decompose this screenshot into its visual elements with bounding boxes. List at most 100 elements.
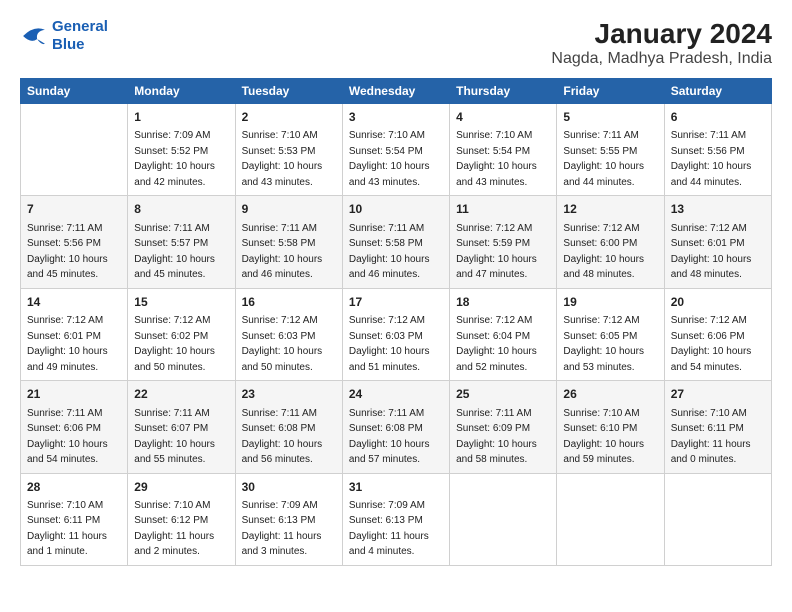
day-number: 14 bbox=[27, 294, 121, 311]
day-number: 21 bbox=[27, 386, 121, 403]
header: General Blue January 2024 Nagda, Madhya … bbox=[20, 18, 772, 68]
day-info: Sunrise: 7:11 AM Sunset: 6:08 PM Dayligh… bbox=[349, 408, 430, 466]
day-number: 18 bbox=[456, 294, 550, 311]
calendar-cell: 5 Sunrise: 7:11 AM Sunset: 5:55 PM Daylig… bbox=[557, 104, 664, 196]
calendar-cell: 29 Sunrise: 7:10 AM Sunset: 6:12 PM Dayli… bbox=[128, 473, 235, 565]
calendar-cell: 30 Sunrise: 7:09 AM Sunset: 6:13 PM Dayli… bbox=[235, 473, 342, 565]
day-info: Sunrise: 7:11 AM Sunset: 6:09 PM Dayligh… bbox=[456, 408, 537, 466]
calendar-cell: 28 Sunrise: 7:10 AM Sunset: 6:11 PM Dayli… bbox=[21, 473, 128, 565]
header-row: SundayMondayTuesdayWednesdayThursdayFrid… bbox=[21, 79, 772, 104]
day-number: 9 bbox=[242, 201, 336, 218]
calendar-cell: 6Sunrise: 7:11 AM Sunset: 5:56 PM Daylig… bbox=[664, 104, 771, 196]
column-header-thursday: Thursday bbox=[450, 79, 557, 104]
day-number: 10 bbox=[349, 201, 443, 218]
day-number: 15 bbox=[134, 294, 228, 311]
week-row-1: 1Sunrise: 7:09 AM Sunset: 5:52 PM Daylig… bbox=[21, 104, 772, 196]
calendar-thead: SundayMondayTuesdayWednesdayThursdayFrid… bbox=[21, 79, 772, 104]
day-info: Sunrise: 7:11 AM Sunset: 5:58 PM Dayligh… bbox=[349, 223, 430, 281]
calendar-cell: 19Sunrise: 7:12 AM Sunset: 6:05 PM Dayli… bbox=[557, 288, 664, 380]
day-number: 28 bbox=[27, 479, 121, 496]
day-number: 11 bbox=[456, 201, 550, 218]
column-header-wednesday: Wednesday bbox=[342, 79, 449, 104]
day-info: Sunrise: 7:11 AM Sunset: 6:07 PM Dayligh… bbox=[134, 408, 215, 466]
calendar-cell: 4 Sunrise: 7:10 AM Sunset: 5:54 PM Daylig… bbox=[450, 104, 557, 196]
day-info: Sunrise: 7:09 AM Sunset: 6:13 PM Dayligh… bbox=[242, 500, 322, 558]
week-row-5: 28 Sunrise: 7:10 AM Sunset: 6:11 PM Dayli… bbox=[21, 473, 772, 565]
day-number: 30 bbox=[242, 479, 336, 496]
calendar-cell bbox=[450, 473, 557, 565]
calendar-cell: 24 Sunrise: 7:11 AM Sunset: 6:08 PM Dayli… bbox=[342, 381, 449, 473]
calendar-cell: 22Sunrise: 7:11 AM Sunset: 6:07 PM Dayli… bbox=[128, 381, 235, 473]
day-info: Sunrise: 7:12 AM Sunset: 6:02 PM Dayligh… bbox=[134, 315, 215, 373]
day-info: Sunrise: 7:10 AM Sunset: 5:53 PM Dayligh… bbox=[242, 130, 323, 188]
day-info: Sunrise: 7:11 AM Sunset: 5:56 PM Dayligh… bbox=[671, 130, 752, 188]
calendar-cell: 8 Sunrise: 7:11 AM Sunset: 5:57 PM Daylig… bbox=[128, 196, 235, 288]
day-number: 4 bbox=[456, 109, 550, 126]
calendar-cell: 23 Sunrise: 7:11 AM Sunset: 6:08 PM Dayli… bbox=[235, 381, 342, 473]
calendar-cell: 12 Sunrise: 7:12 AM Sunset: 6:00 PM Dayli… bbox=[557, 196, 664, 288]
column-header-sunday: Sunday bbox=[21, 79, 128, 104]
day-number: 31 bbox=[349, 479, 443, 496]
calendar-title: January 2024 bbox=[551, 18, 772, 50]
day-number: 24 bbox=[349, 386, 443, 403]
day-info: Sunrise: 7:11 AM Sunset: 6:08 PM Dayligh… bbox=[242, 408, 323, 466]
day-number: 8 bbox=[134, 201, 228, 218]
day-info: Sunrise: 7:11 AM Sunset: 5:58 PM Dayligh… bbox=[242, 223, 323, 281]
calendar-cell: 1Sunrise: 7:09 AM Sunset: 5:52 PM Daylig… bbox=[128, 104, 235, 196]
calendar-cell: 20Sunrise: 7:12 AM Sunset: 6:06 PM Dayli… bbox=[664, 288, 771, 380]
calendar-cell: 13Sunrise: 7:12 AM Sunset: 6:01 PM Dayli… bbox=[664, 196, 771, 288]
day-info: Sunrise: 7:09 AM Sunset: 5:52 PM Dayligh… bbox=[134, 130, 215, 188]
day-info: Sunrise: 7:12 AM Sunset: 6:04 PM Dayligh… bbox=[456, 315, 537, 373]
day-number: 27 bbox=[671, 386, 765, 403]
day-number: 16 bbox=[242, 294, 336, 311]
day-number: 3 bbox=[349, 109, 443, 126]
title-block: January 2024 Nagda, Madhya Pradesh, Indi… bbox=[551, 18, 772, 68]
logo-line1: General bbox=[52, 18, 108, 35]
day-info: Sunrise: 7:10 AM Sunset: 5:54 PM Dayligh… bbox=[349, 130, 430, 188]
day-number: 12 bbox=[563, 201, 657, 218]
column-header-monday: Monday bbox=[128, 79, 235, 104]
calendar-cell: 7 Sunrise: 7:11 AM Sunset: 5:56 PM Daylig… bbox=[21, 196, 128, 288]
column-header-friday: Friday bbox=[557, 79, 664, 104]
day-number: 7 bbox=[27, 201, 121, 218]
day-info: Sunrise: 7:12 AM Sunset: 6:00 PM Dayligh… bbox=[563, 223, 644, 281]
calendar-table: SundayMondayTuesdayWednesdayThursdayFrid… bbox=[20, 78, 772, 566]
calendar-cell: 31 Sunrise: 7:09 AM Sunset: 6:13 PM Dayli… bbox=[342, 473, 449, 565]
day-info: Sunrise: 7:10 AM Sunset: 6:11 PM Dayligh… bbox=[671, 408, 751, 466]
week-row-3: 14 Sunrise: 7:12 AM Sunset: 6:01 PM Dayli… bbox=[21, 288, 772, 380]
day-info: Sunrise: 7:12 AM Sunset: 6:01 PM Dayligh… bbox=[671, 223, 752, 281]
calendar-cell: 18 Sunrise: 7:12 AM Sunset: 6:04 PM Dayli… bbox=[450, 288, 557, 380]
day-info: Sunrise: 7:10 AM Sunset: 6:11 PM Dayligh… bbox=[27, 500, 107, 558]
week-row-4: 21Sunrise: 7:11 AM Sunset: 6:06 PM Dayli… bbox=[21, 381, 772, 473]
calendar-cell bbox=[21, 104, 128, 196]
day-number: 5 bbox=[563, 109, 657, 126]
day-info: Sunrise: 7:12 AM Sunset: 6:01 PM Dayligh… bbox=[27, 315, 108, 373]
day-info: Sunrise: 7:11 AM Sunset: 5:57 PM Dayligh… bbox=[134, 223, 215, 281]
calendar-cell bbox=[557, 473, 664, 565]
day-number: 29 bbox=[134, 479, 228, 496]
calendar-cell: 26Sunrise: 7:10 AM Sunset: 6:10 PM Dayli… bbox=[557, 381, 664, 473]
column-header-saturday: Saturday bbox=[664, 79, 771, 104]
calendar-cell: 16 Sunrise: 7:12 AM Sunset: 6:03 PM Dayli… bbox=[235, 288, 342, 380]
calendar-cell: 3 Sunrise: 7:10 AM Sunset: 5:54 PM Daylig… bbox=[342, 104, 449, 196]
day-info: Sunrise: 7:12 AM Sunset: 6:03 PM Dayligh… bbox=[242, 315, 323, 373]
logo: General Blue bbox=[20, 18, 108, 54]
day-number: 26 bbox=[563, 386, 657, 403]
day-info: Sunrise: 7:11 AM Sunset: 5:55 PM Dayligh… bbox=[563, 130, 644, 188]
calendar-cell: 10 Sunrise: 7:11 AM Sunset: 5:58 PM Dayli… bbox=[342, 196, 449, 288]
day-info: Sunrise: 7:10 AM Sunset: 5:54 PM Dayligh… bbox=[456, 130, 537, 188]
day-info: Sunrise: 7:09 AM Sunset: 6:13 PM Dayligh… bbox=[349, 500, 429, 558]
calendar-cell bbox=[664, 473, 771, 565]
calendar-cell: 2Sunrise: 7:10 AM Sunset: 5:53 PM Daylig… bbox=[235, 104, 342, 196]
logo-icon bbox=[20, 22, 48, 50]
calendar-tbody: 1Sunrise: 7:09 AM Sunset: 5:52 PM Daylig… bbox=[21, 104, 772, 566]
day-number: 17 bbox=[349, 294, 443, 311]
logo-text: General Blue bbox=[52, 18, 108, 54]
week-row-2: 7 Sunrise: 7:11 AM Sunset: 5:56 PM Daylig… bbox=[21, 196, 772, 288]
day-info: Sunrise: 7:11 AM Sunset: 5:56 PM Dayligh… bbox=[27, 223, 108, 281]
day-number: 23 bbox=[242, 386, 336, 403]
day-info: Sunrise: 7:12 AM Sunset: 6:03 PM Dayligh… bbox=[349, 315, 430, 373]
day-info: Sunrise: 7:12 AM Sunset: 6:05 PM Dayligh… bbox=[563, 315, 644, 373]
day-info: Sunrise: 7:12 AM Sunset: 5:59 PM Dayligh… bbox=[456, 223, 537, 281]
day-info: Sunrise: 7:10 AM Sunset: 6:12 PM Dayligh… bbox=[134, 500, 214, 558]
